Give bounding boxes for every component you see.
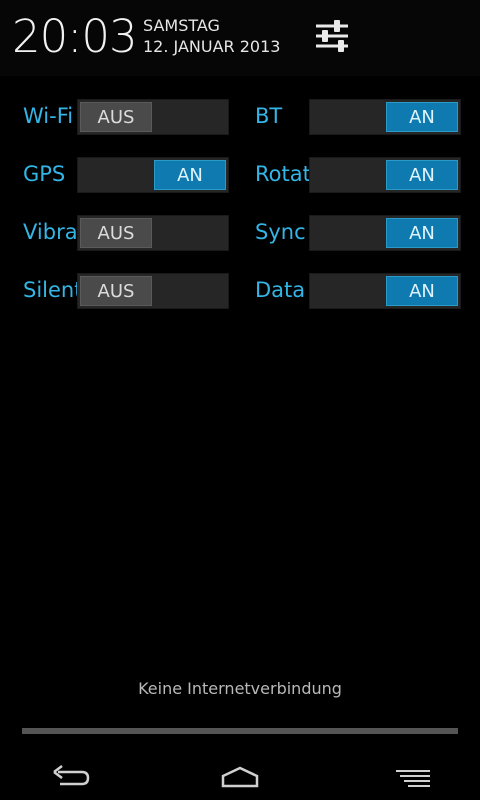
wifi-switch[interactable]: AUS [77,99,229,135]
rotate-switch-state: AN [386,160,458,190]
drag-handle-bar[interactable] [22,728,458,734]
rotate-switch[interactable]: AN [309,157,461,193]
back-arrow-icon [53,765,90,786]
home-button[interactable] [210,762,270,794]
wifi-label: Wi-Fi [23,104,74,128]
recent-apps-icon [396,770,430,787]
data-label: Data [255,278,306,302]
weekday-label: SAMSTAG [143,16,220,35]
silent-switch[interactable]: AUS [77,273,229,309]
sync-switch[interactable]: AN [309,215,461,251]
gps-switch[interactable]: AN [77,157,229,193]
data-switch-state: AN [386,276,458,306]
gps-switch-state: AN [154,160,226,190]
toggle-row: Wi-Fi AUS BT AN [0,99,480,137]
recent-apps-button[interactable] [382,762,442,794]
home-icon [221,766,259,788]
wifi-switch-state: AUS [80,102,152,132]
notification-header: 20:03 SAMSTAG 12. JANUAR 2013 [0,0,480,76]
bluetooth-switch-state: AN [386,102,458,132]
data-switch[interactable]: AN [309,273,461,309]
toggle-row: Vibrate AUS Sync AN [0,215,480,253]
bluetooth-switch[interactable]: AN [309,99,461,135]
toggle-row: GPS AN Rotate AN [0,157,480,195]
bluetooth-label: BT [255,104,283,128]
navigation-bar [0,748,480,800]
silent-switch-state: AUS [80,276,152,306]
settings-button[interactable] [310,14,354,58]
vibrate-switch-state: AUS [80,218,152,248]
connection-status: Keine Internetverbindung [138,679,342,698]
clock-time: 20:03 [12,10,138,63]
gps-label: GPS [23,162,66,186]
toggle-row: Silent AUS Data AN [0,273,480,311]
sync-label: Sync [255,220,306,244]
silent-label: Silent [23,278,83,302]
vibrate-switch[interactable]: AUS [77,215,229,251]
date-label: 12. JANUAR 2013 [143,37,281,56]
back-button[interactable] [38,762,98,794]
sync-switch-state: AN [386,218,458,248]
settings-sliders-icon [316,20,348,52]
